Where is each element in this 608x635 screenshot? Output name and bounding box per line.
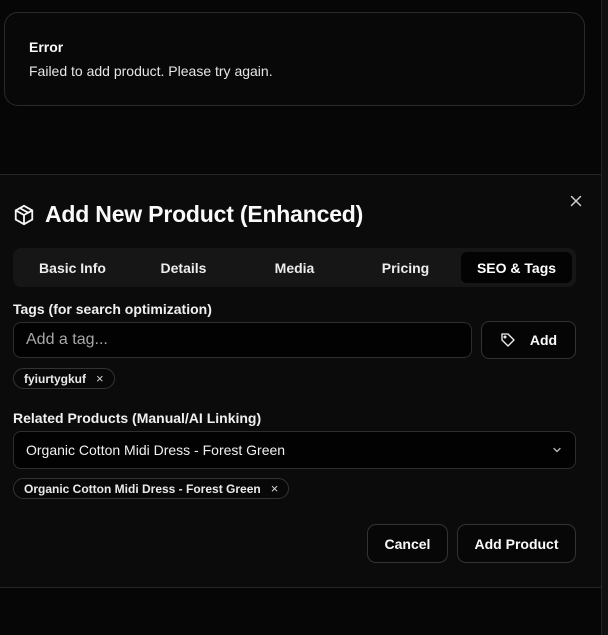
- add-product-dialog: Add New Product (Enhanced) Basic Info De…: [0, 174, 601, 588]
- tag-input[interactable]: [13, 322, 472, 358]
- related-product-chip-label: Organic Cotton Midi Dress - Forest Green: [24, 481, 261, 496]
- add-tag-label: Add: [529, 332, 558, 348]
- add-product-button[interactable]: Add Product: [457, 524, 576, 563]
- tab-pricing[interactable]: Pricing: [350, 252, 461, 283]
- tag-chip: fyiurtygkuf ×: [13, 368, 115, 389]
- toast-title: Error: [29, 39, 64, 55]
- tag-chip-label: fyiurtygkuf: [24, 371, 87, 386]
- tab-basic-info[interactable]: Basic Info: [17, 252, 128, 283]
- cancel-button[interactable]: Cancel: [367, 524, 448, 563]
- dialog-title-text: Add New Product (Enhanced): [45, 201, 364, 227]
- remove-chip-icon[interactable]: ×: [96, 372, 104, 385]
- error-toast: Error Failed to add product. Please try …: [4, 12, 585, 106]
- tab-media[interactable]: Media: [239, 252, 350, 283]
- dialog-title: Add New Product (Enhanced): [13, 201, 363, 228]
- add-tag-button[interactable]: Add: [481, 321, 576, 359]
- tag-icon: [501, 333, 515, 347]
- related-products-label: Related Products (Manual/AI Linking): [13, 410, 262, 426]
- tab-details[interactable]: Details: [128, 252, 239, 283]
- tab-list: Basic Info Details Media Pricing SEO & T…: [13, 248, 576, 287]
- tab-seo-tags[interactable]: SEO & Tags: [461, 252, 572, 283]
- package-icon: [14, 204, 34, 225]
- toast-description: Failed to add product. Please try again.: [29, 63, 273, 79]
- scrollbar[interactable]: [601, 0, 608, 635]
- close-icon: [570, 195, 582, 207]
- related-products-selected: Organic Cotton Midi Dress - Forest Green: [26, 442, 286, 458]
- tags-label: Tags (for search optimization): [13, 301, 212, 317]
- related-product-chip: Organic Cotton Midi Dress - Forest Green…: [13, 478, 290, 499]
- remove-chip-icon[interactable]: ×: [271, 482, 279, 495]
- close-button[interactable]: [566, 191, 586, 211]
- related-products-select[interactable]: Organic Cotton Midi Dress - Forest Green: [13, 431, 576, 469]
- chevron-down-icon: [553, 447, 561, 453]
